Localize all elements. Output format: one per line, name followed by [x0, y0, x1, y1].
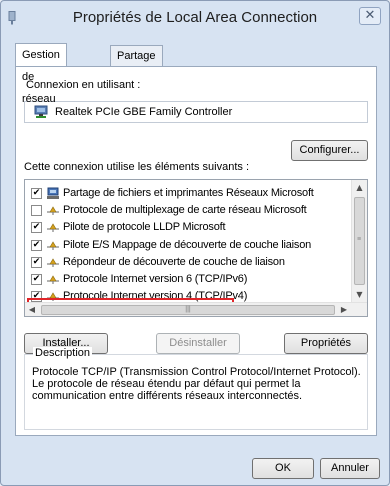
configure-button[interactable]: Configurer... — [291, 140, 368, 161]
items-label: Cette connexion utilise les éléments sui… — [24, 161, 250, 173]
list-item[interactable]: ✔ Répondeur de découverte de couche de li… — [25, 254, 351, 271]
adapter-name: Realtek PCIe GBE Family Controller — [55, 106, 233, 118]
close-button[interactable]: ✕ — [359, 7, 381, 25]
uninstall-button: Désinstaller — [156, 333, 240, 354]
properties-button[interactable]: Propriétés — [284, 333, 368, 354]
item-checkbox[interactable]: ✔ — [31, 188, 42, 199]
list-item[interactable]: ✔ Partage de fichiers et imprimantes Rése… — [25, 185, 351, 202]
item-label: Pilote de protocole LLDP Microsoft — [63, 221, 226, 234]
protocol-icon — [47, 275, 59, 284]
description-group: Description Protocole TCP/IP (Transmissi… — [24, 347, 368, 430]
list-item[interactable]: ✔ Protocole Internet version 6 (TCP/IPv6) — [25, 271, 351, 288]
item-checkbox[interactable]: ✔ — [31, 256, 42, 268]
ok-button[interactable]: OK — [252, 458, 314, 479]
horizontal-scroll-thumb[interactable]: ||| — [41, 305, 335, 315]
protocol-icon — [47, 258, 59, 267]
scroll-up-arrow-icon[interactable]: ▲ — [352, 180, 367, 195]
list-item[interactable]: ✔ Pilote E/S Mappage de découverte de cou… — [25, 237, 351, 254]
item-label: Répondeur de découverte de couche de lia… — [63, 255, 285, 268]
title-bar[interactable]: Propriétés de Local Area Connection ✕ — [1, 1, 389, 39]
item-label: Protocole Internet version 6 (TCP/IPv6) — [63, 273, 248, 285]
item-checkbox[interactable]: ✔ — [31, 239, 42, 251]
item-checkbox[interactable] — [31, 205, 42, 217]
protocol-icon — [47, 241, 59, 250]
tab-sharing[interactable]: Partage — [110, 45, 163, 67]
vertical-scrollbar[interactable]: ▲ ≡ ▼ — [351, 180, 367, 302]
vertical-scroll-thumb[interactable]: ≡ — [354, 197, 365, 285]
item-checkbox[interactable]: ✔ — [31, 274, 42, 285]
horizontal-scrollbar[interactable]: ◀ ||| ▶ — [25, 302, 367, 316]
protocol-icon — [47, 223, 59, 233]
tab-panel: Connexion en utilisant : Realtek PCIe GB… — [15, 66, 377, 436]
description-legend: Description — [33, 347, 93, 359]
scroll-right-arrow-icon[interactable]: ▶ — [337, 303, 351, 316]
scroll-down-arrow-icon[interactable]: ▼ — [352, 287, 367, 302]
adapter-field: Realtek PCIe GBE Family Controller — [24, 101, 368, 123]
cancel-button[interactable]: Annuler — [320, 458, 380, 479]
description-text: Protocole TCP/IP (Transmission Control P… — [32, 366, 361, 402]
grip-icon: ≡ — [357, 236, 362, 243]
item-label: Partage de fichiers et imprimantes Résea… — [63, 187, 314, 199]
list-item[interactable]: ✔ Pilote de protocole LLDP Microsoft — [25, 219, 351, 236]
list-item[interactable]: Protocole de multiplexage de carte résea… — [25, 202, 351, 219]
protocol-icon — [47, 206, 59, 216]
item-checkbox[interactable]: ✔ — [31, 222, 42, 234]
item-label: Pilote E/S Mappage de découverte de couc… — [63, 238, 312, 251]
components-list[interactable]: ✔ Partage de fichiers et imprimantes Rése… — [24, 179, 368, 317]
item-label: Protocole de multiplexage de carte résea… — [63, 204, 307, 217]
properties-dialog: Propriétés de Local Area Connection ✕ Ge… — [0, 0, 390, 486]
scroll-left-arrow-icon[interactable]: ◀ — [25, 303, 39, 316]
network-share-icon — [47, 187, 59, 199]
tab-networking[interactable]: Gestion de réseau — [15, 43, 67, 105]
window-title: Propriétés de Local Area Connection — [72, 9, 318, 26]
